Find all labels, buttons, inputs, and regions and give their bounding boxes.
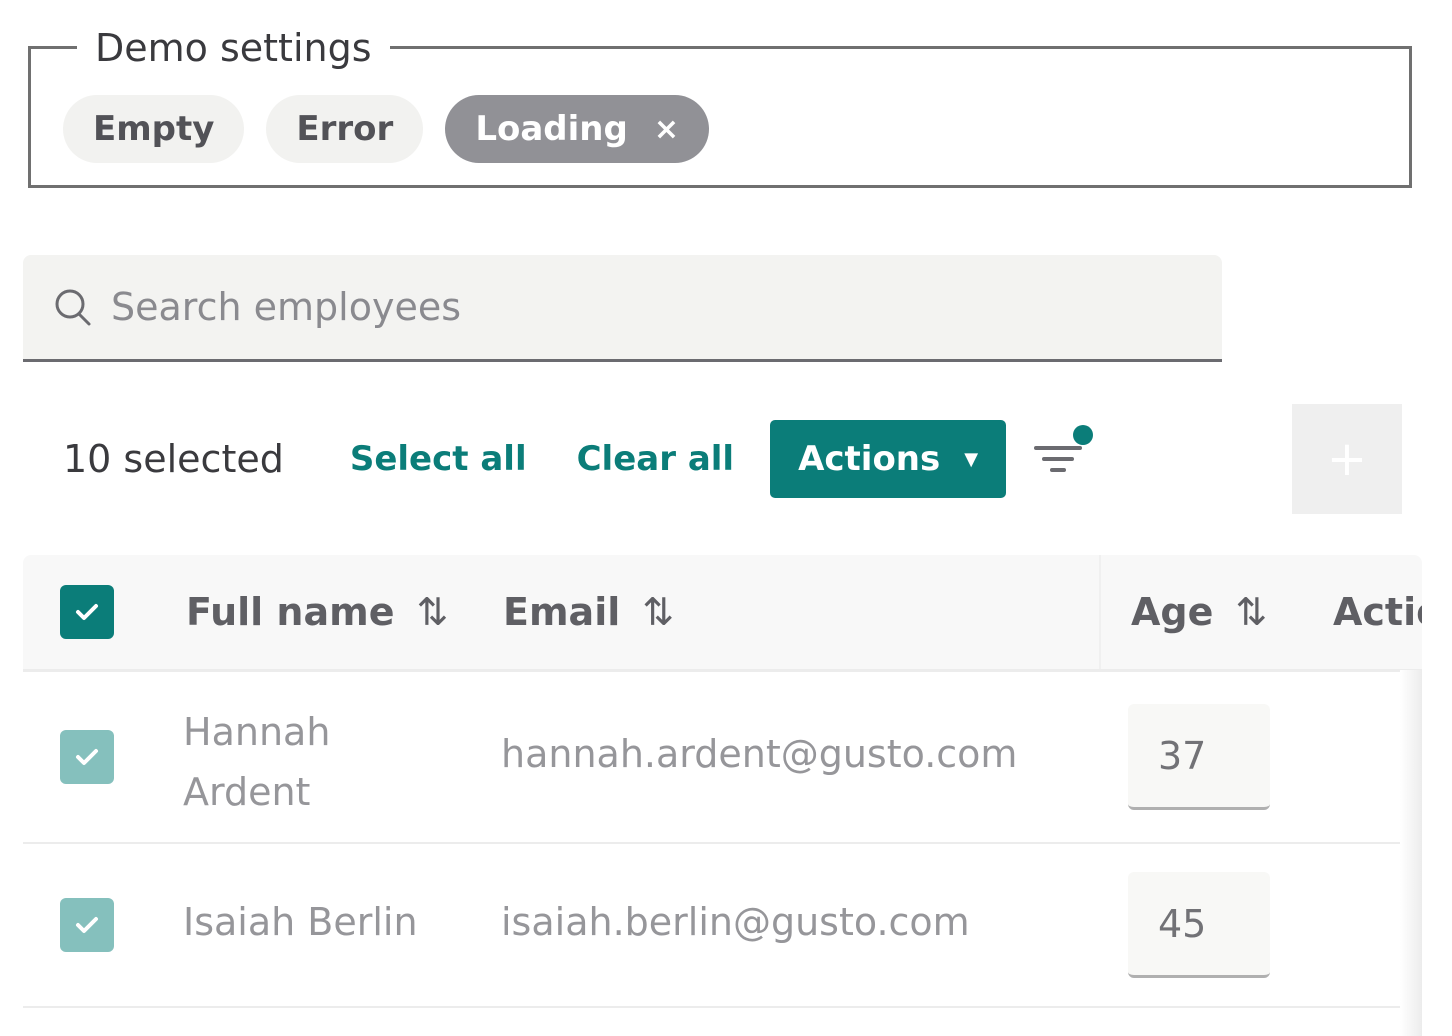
filter-icon bbox=[1034, 425, 1093, 472]
column-actions: Actio bbox=[1333, 555, 1422, 669]
select-all-checkbox[interactable] bbox=[60, 555, 114, 669]
cell-email: hannah.ardent@gusto.com bbox=[501, 732, 1018, 776]
chip-loading[interactable]: Loading × bbox=[445, 95, 709, 163]
age-input[interactable]: 45 bbox=[1128, 872, 1270, 978]
caret-down-icon: ▼ bbox=[964, 448, 979, 470]
name-text: Ardent bbox=[183, 770, 311, 814]
demo-chip-group: Empty Error Loading × bbox=[63, 95, 709, 163]
cell-age[interactable]: 45 bbox=[1128, 872, 1270, 978]
column-label: Full name bbox=[186, 590, 395, 634]
demo-settings-legend: Demo settings bbox=[77, 25, 390, 71]
actions-label: Actions bbox=[798, 439, 941, 479]
column-email[interactable]: Email ⇅ bbox=[503, 555, 674, 669]
plus-icon: + bbox=[1326, 431, 1368, 487]
table-header: Full name ⇅ Email ⇅ Age ⇅ Actio bbox=[23, 555, 1422, 672]
name-text: Hannah bbox=[183, 710, 331, 754]
column-label: Email bbox=[503, 590, 621, 634]
checkbox-checked-icon bbox=[60, 898, 114, 952]
sort-icon[interactable]: ⇅ bbox=[642, 590, 674, 634]
cell-email: isaiah.berlin@gusto.com bbox=[501, 900, 970, 944]
chip-error[interactable]: Error bbox=[266, 95, 424, 163]
selected-count: 10 selected bbox=[63, 437, 284, 481]
clear-all-button[interactable]: Clear all bbox=[577, 439, 734, 479]
row-checkbox[interactable] bbox=[60, 898, 114, 952]
table-row: Isaiah Berlin isaiah.berlin@gusto.com 45 bbox=[23, 844, 1422, 1008]
checkbox-checked-icon bbox=[60, 585, 114, 639]
actions-dropdown-button[interactable]: Actions ▼ bbox=[770, 420, 1007, 498]
employees-table: Full name ⇅ Email ⇅ Age ⇅ Actio Hannah Arde… bbox=[23, 555, 1422, 1008]
search-icon bbox=[55, 289, 91, 326]
select-all-button[interactable]: Select all bbox=[350, 439, 527, 479]
column-label: Age bbox=[1131, 590, 1214, 634]
filter-active-dot bbox=[1073, 425, 1093, 445]
column-age[interactable]: Age ⇅ bbox=[1099, 555, 1267, 669]
demo-settings-fieldset: Demo settings Empty Error Loading × bbox=[28, 25, 1412, 188]
search-input[interactable] bbox=[109, 284, 1013, 330]
scroll-shadow bbox=[1400, 670, 1422, 1036]
table-row: Hannah Ardent hannah.ardent@gusto.com 37 bbox=[23, 672, 1422, 844]
selection-toolbar: 10 selected Select all Clear all Actions… bbox=[63, 420, 1007, 498]
sort-icon[interactable]: ⇅ bbox=[1235, 590, 1267, 634]
sort-icon[interactable]: ⇅ bbox=[416, 590, 448, 634]
chip-label: Empty bbox=[93, 109, 215, 149]
add-button[interactable]: + bbox=[1292, 404, 1402, 514]
cell-age[interactable]: 37 bbox=[1128, 704, 1270, 810]
column-full-name[interactable]: Full name ⇅ bbox=[186, 555, 448, 669]
row-checkbox[interactable] bbox=[60, 730, 114, 784]
chip-label: Loading bbox=[475, 109, 628, 149]
chip-empty[interactable]: Empty bbox=[63, 95, 245, 163]
filter-button[interactable] bbox=[1030, 422, 1096, 478]
search-field[interactable] bbox=[23, 255, 1222, 362]
checkbox-checked-icon bbox=[60, 730, 114, 784]
close-icon[interactable]: × bbox=[654, 112, 679, 147]
cell-full-name: Hannah Ardent bbox=[183, 702, 330, 822]
age-input[interactable]: 37 bbox=[1128, 704, 1270, 810]
chip-label: Error bbox=[296, 109, 394, 149]
cell-full-name: Isaiah Berlin bbox=[183, 900, 418, 944]
column-label: Actio bbox=[1333, 590, 1422, 634]
